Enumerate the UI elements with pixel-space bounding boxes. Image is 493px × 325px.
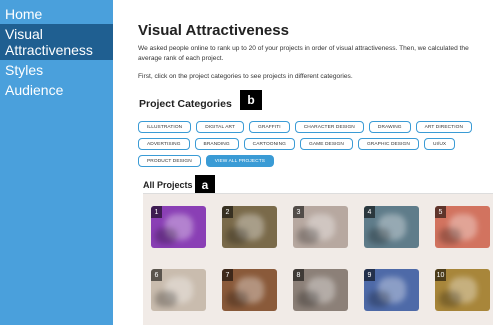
thumbnail-blur xyxy=(439,228,461,244)
sidebar-item-audience[interactable]: Audience xyxy=(0,80,113,100)
category-chip-advertising[interactable]: ADVERTISING xyxy=(138,138,190,150)
project-thumbnail[interactable]: 1 xyxy=(151,206,206,248)
project-thumbnail[interactable]: 4 xyxy=(364,206,419,248)
category-chip-drawing[interactable]: DRAWING xyxy=(368,121,411,133)
project-thumbnail[interactable]: 2 xyxy=(222,206,277,248)
thumbnail-blur xyxy=(155,291,177,307)
project-rank-badge: 10 xyxy=(435,269,446,281)
category-chip-product-design[interactable]: PRODUCT DESIGN xyxy=(138,155,201,167)
category-chip-graphic-design[interactable]: GRAPHIC DESIGN xyxy=(357,138,419,150)
thumbnail-blur xyxy=(155,228,177,244)
thumbnail-blur xyxy=(368,228,390,244)
instruction-text: First, click on the project categories t… xyxy=(138,73,353,80)
project-thumbnail[interactable]: 10 xyxy=(435,269,490,311)
project-rank-badge: 3 xyxy=(293,206,304,218)
sidebar-item-styles[interactable]: Styles xyxy=(0,60,113,80)
view-all-projects-button[interactable]: VIEW ALL PROJECTS xyxy=(205,155,275,167)
annotation-badge-b: b xyxy=(240,90,262,110)
thumbnail-blur xyxy=(226,228,248,244)
project-thumbnail[interactable]: 5 xyxy=(435,206,490,248)
page-title: Visual Attractiveness xyxy=(138,22,289,39)
thumbnail-blur xyxy=(297,228,319,244)
annotation-badge-a: a xyxy=(195,175,215,195)
thumbnail-blur xyxy=(297,291,319,307)
thumbnail-blur xyxy=(226,291,248,307)
thumbnail-blur xyxy=(439,291,461,307)
project-rank-badge: 5 xyxy=(435,206,446,218)
main-content: Visual Attractiveness We asked people on… xyxy=(138,0,493,325)
category-chip-digital-art[interactable]: DIGITAL ART xyxy=(196,121,245,133)
project-rank-badge: 8 xyxy=(293,269,304,281)
category-chip-graffiti[interactable]: GRAFFITI xyxy=(249,121,290,133)
project-rank-badge: 4 xyxy=(364,206,375,218)
project-thumbnail[interactable]: 9 xyxy=(364,269,419,311)
project-thumbnail[interactable]: 3 xyxy=(293,206,348,248)
categories-heading: Project Categories xyxy=(139,98,232,110)
project-rank-badge: 1 xyxy=(151,206,162,218)
project-rank-badge: 2 xyxy=(222,206,233,218)
category-chip-cartooning[interactable]: CARTOONING xyxy=(243,138,295,150)
category-row: PRODUCT DESIGN VIEW ALL PROJECTS xyxy=(138,155,275,167)
category-chip-branding[interactable]: BRANDING xyxy=(194,138,239,150)
project-rank-badge: 9 xyxy=(364,269,375,281)
project-thumbnail[interactable]: 6 xyxy=(151,269,206,311)
category-chip-character-design[interactable]: CHARACTER DESIGN xyxy=(294,121,364,133)
category-row: ILLUSTRATION DIGITAL ART GRAFFITI CHARAC… xyxy=(138,121,473,133)
project-gallery: 1 2 3 4 5 6 7 8 9 10 xyxy=(143,193,493,325)
project-thumbnail[interactable]: 8 xyxy=(293,269,348,311)
project-thumbnail[interactable]: 7 xyxy=(222,269,277,311)
category-chip-illustration[interactable]: ILLUSTRATION xyxy=(138,121,192,133)
category-chip-art-direction[interactable]: ART DIRECTION xyxy=(415,121,473,133)
thumbnail-blur xyxy=(368,291,390,307)
sidebar-nav: Home Visual Attractiveness Styles Audien… xyxy=(0,0,113,325)
intro-text: We asked people online to rank up to 20 … xyxy=(138,45,469,62)
project-rank-badge: 6 xyxy=(151,269,162,281)
sidebar-item-visual-attractiveness[interactable]: Visual Attractiveness xyxy=(0,24,113,60)
sidebar-item-home[interactable]: Home xyxy=(0,4,113,24)
category-chip-ui-ux[interactable]: UI/UX xyxy=(423,138,456,150)
all-projects-label: All Projects xyxy=(143,180,193,190)
project-rank-badge: 7 xyxy=(222,269,233,281)
category-chip-game-design[interactable]: GAME DESIGN xyxy=(300,138,353,150)
category-row: ADVERTISING BRANDING CARTOONING GAME DES… xyxy=(138,138,456,150)
